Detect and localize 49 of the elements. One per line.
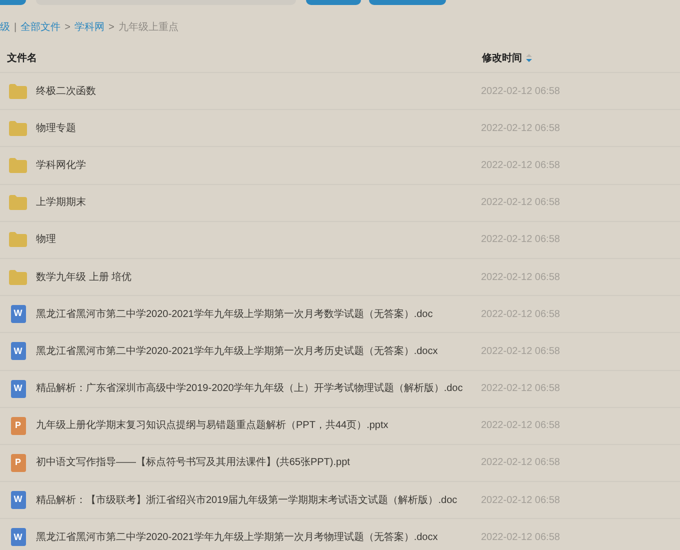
modified-time: 2022-02-12 06:58 — [481, 494, 560, 508]
breadcrumb-separator: | — [14, 20, 17, 34]
file-name[interactable]: 九年级上册化学期末复习知识点提纲与易错题重点题解析（PPT，共44页）.pptx — [36, 418, 481, 434]
word-document-icon: W — [10, 305, 26, 324]
file-name[interactable]: 黑龙江省黑河市第二中学2020-2021学年九年级上学期第一次月考物理试题（无答案）.docx — [36, 530, 481, 545]
breadcrumb-separator: > — [64, 20, 70, 34]
word-document-icon: W — [10, 342, 26, 360]
toolbar-button[interactable] — [0, 0, 26, 5]
word-document-icon: W — [10, 380, 26, 398]
modified-time: 2022-02-12 06:58 — [481, 84, 560, 99]
file-name[interactable]: 数学九年级 上册 培优 — [36, 270, 481, 285]
modified-time: 2022-02-12 06:58 — [481, 419, 560, 434]
toolbar-button[interactable] — [306, 0, 361, 5]
file-name[interactable]: 上学期期末 — [36, 195, 481, 210]
folder-icon — [9, 84, 27, 99]
file-name[interactable]: 初中语文写作指导——【标点符号书写及其用法课件】(共65张PPT).ppt — [36, 455, 481, 470]
file-name[interactable]: 黑龙江省黑河市第二中学2020-2021学年九年级上学期第一次月考数学试题（无答案）.doc — [36, 306, 481, 322]
modified-time: 2022-02-12 06:58 — [481, 233, 560, 248]
file-name[interactable]: 黑龙江省黑河市第二中学2020-2021学年九年级上学期第一次月考历史试题（无答案）.docx — [36, 344, 481, 359]
file-name[interactable]: 精品解析：广东省深圳市高级中学2019-2020学年九年级（上）开学考试物理试题（解析版）.doc — [36, 381, 481, 396]
toolbar-button[interactable] — [369, 0, 446, 5]
modified-time: 2022-02-12 06:58 — [481, 122, 560, 136]
file-name[interactable]: 物理 — [36, 232, 481, 248]
file-name[interactable]: 学科网化学 — [36, 158, 481, 173]
folder-icon — [9, 158, 27, 173]
modified-time: 2022-02-12 06:58 — [481, 382, 560, 396]
column-header: 文件名 — [7, 52, 38, 66]
folder-icon — [9, 195, 27, 210]
modified-time: 2022-02-12 06:58 — [481, 344, 560, 359]
word-document-icon: W — [10, 528, 26, 546]
modified-time: 2022-02-12 06:58 — [481, 270, 560, 285]
presentation-icon: P — [10, 416, 26, 435]
sort-icon[interactable] — [526, 53, 532, 63]
word-document-icon: W — [10, 491, 26, 510]
modified-time: 2022-02-12 06:58 — [481, 308, 560, 322]
column-header[interactable]: 修改时间 — [482, 50, 522, 66]
file-name[interactable]: 终极二次函数 — [36, 84, 481, 99]
folder-icon — [9, 232, 27, 248]
folder-icon — [9, 120, 27, 136]
breadcrumb-separator: > — [108, 20, 114, 34]
modified-time: 2022-02-12 06:58 — [481, 158, 560, 173]
presentation-icon: P — [10, 454, 26, 472]
modified-time: 2022-02-12 06:58 — [481, 530, 560, 545]
breadcrumb-current: 九年级上重点 — [118, 20, 178, 34]
modified-time: 2022-02-12 06:58 — [481, 456, 560, 470]
modified-time: 2022-02-12 06:58 — [481, 196, 560, 210]
file-name[interactable]: 精品解析：【市级联考】浙江省绍兴市2019届九年级第一学期期末考试语文试题（解析版）.doc — [36, 492, 481, 508]
file-name[interactable]: 物理专题 — [36, 120, 481, 136]
folder-icon — [9, 270, 27, 285]
